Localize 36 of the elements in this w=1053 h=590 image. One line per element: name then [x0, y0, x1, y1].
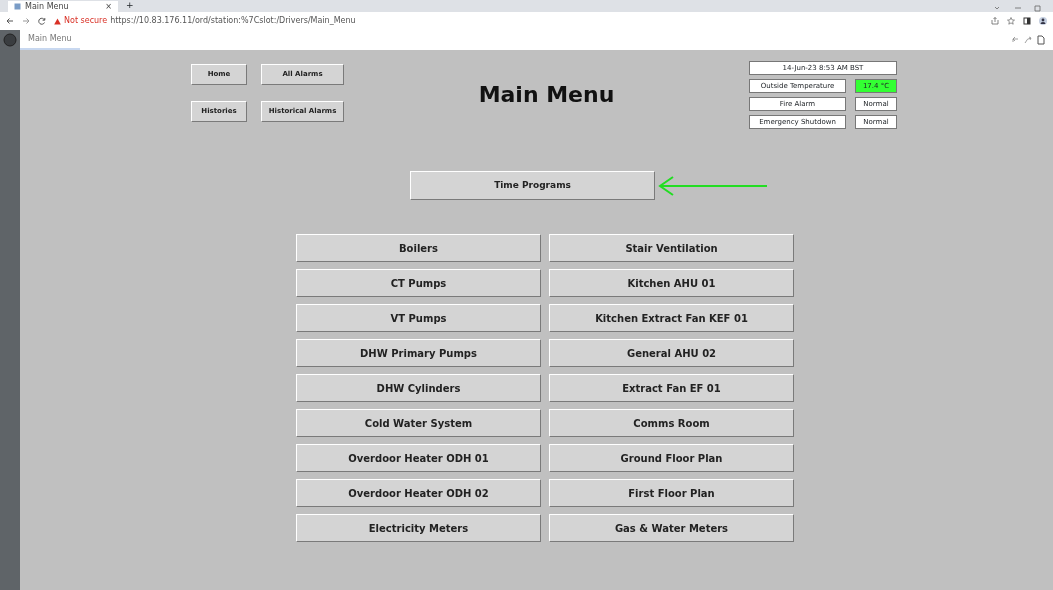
menu-button[interactable]: Kitchen Extract Fan KEF 01 — [549, 304, 794, 332]
url-text[interactable]: https://10.83.176.11/ord/station:%7Cslot:/Drivers/Main_Menu — [110, 15, 356, 27]
forward-icon[interactable] — [22, 17, 30, 25]
tab-title: Main Menu — [25, 0, 69, 13]
new-tab-button[interactable]: + — [126, 0, 134, 12]
browser-tab[interactable]: Main Menu × — [8, 1, 118, 12]
close-button[interactable]: × — [105, 0, 112, 13]
profile-icon[interactable] — [1039, 17, 1047, 25]
menu-button[interactable]: Extract Fan EF 01 — [549, 374, 794, 402]
menu-button[interactable]: General AHU 02 — [549, 339, 794, 367]
warning-icon — [54, 17, 61, 25]
menu-button[interactable]: Electricity Meters — [296, 514, 541, 542]
menu-button[interactable]: Overdoor Heater ODH 01 — [296, 444, 541, 472]
menu-button[interactable]: Boilers — [296, 234, 541, 262]
menu-button[interactable]: Kitchen AHU 01 — [549, 269, 794, 297]
menu-button[interactable]: Gas & Water Meters — [549, 514, 794, 542]
star-icon[interactable] — [1007, 17, 1015, 25]
share-icon[interactable] — [991, 17, 999, 25]
menu-button[interactable]: First Floor Plan — [549, 479, 794, 507]
sidebar-icon[interactable] — [1023, 17, 1031, 25]
security-warning[interactable]: Not secure — [64, 15, 108, 27]
time-programs-button[interactable]: Time Programs — [410, 171, 655, 200]
menu-button[interactable]: VT Pumps — [296, 304, 541, 332]
undo-redo-icon[interactable] — [1011, 35, 1045, 45]
menu-button[interactable]: Cold Water System — [296, 409, 541, 437]
menu-button[interactable]: DHW Primary Pumps — [296, 339, 541, 367]
back-icon[interactable] — [6, 17, 14, 25]
menu-button[interactable]: Overdoor Heater ODH 02 — [296, 479, 541, 507]
menu-button[interactable]: Ground Floor Plan — [549, 444, 794, 472]
menu-button[interactable]: Comms Room — [549, 409, 794, 437]
page-title: Main Menu — [478, 81, 615, 109]
menu-button[interactable]: DHW Cylinders — [296, 374, 541, 402]
menu-button[interactable]: Stair Ventilation — [549, 234, 794, 262]
reload-icon[interactable] — [38, 17, 46, 25]
menu-button[interactable]: CT Pumps — [296, 269, 541, 297]
page-icon — [14, 3, 21, 10]
